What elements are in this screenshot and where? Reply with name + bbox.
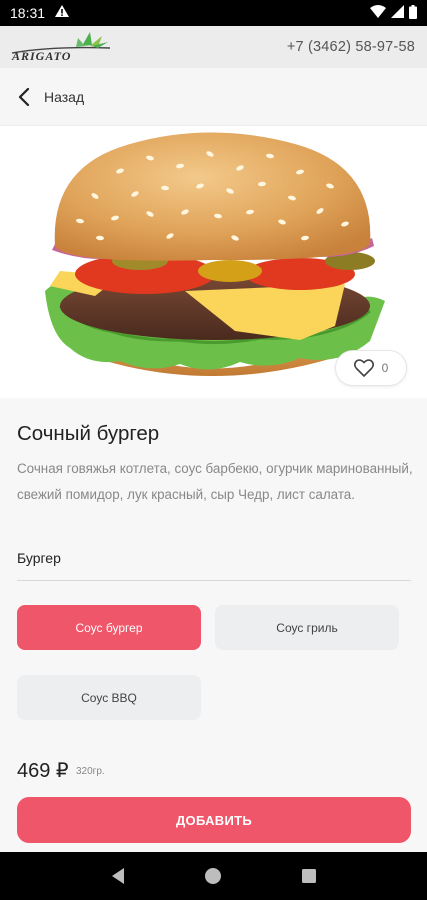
wifi-icon	[370, 5, 386, 21]
signal-icon	[391, 5, 404, 21]
back-label[interactable]: Назад	[44, 89, 84, 105]
option-sauce-bbq[interactable]: Соус BBQ	[17, 675, 201, 720]
product-description: Сочная говяжья котлета, соус барбекю, ог…	[17, 461, 413, 502]
heart-icon	[353, 359, 374, 377]
like-button[interactable]: 0	[335, 350, 407, 386]
phone-number[interactable]: +7 (3462) 58-97-58	[287, 39, 415, 55]
nav-home-icon[interactable]	[198, 861, 228, 891]
like-count: 0	[381, 361, 389, 375]
app-header: ARIGATO +7 (3462) 58-97-58	[0, 26, 427, 68]
product-weight: 320гр.	[76, 766, 105, 777]
nav-recents-icon[interactable]	[294, 861, 324, 891]
option-sauce-burger[interactable]: Соус бургер	[17, 605, 201, 650]
logo[interactable]: ARIGATO	[11, 28, 112, 66]
divider	[17, 580, 411, 581]
back-bar[interactable]: Назад	[0, 68, 427, 126]
system-nav-bar	[0, 852, 427, 900]
option-sauce-grill[interactable]: Соус гриль	[215, 605, 399, 650]
back-arrow-icon[interactable]	[14, 87, 34, 107]
add-to-cart-button[interactable]: ДОБАВИТЬ	[17, 797, 411, 843]
warning-icon	[55, 5, 70, 21]
product-title: Сочный бургер	[17, 422, 160, 445]
status-bar: 18:31	[0, 0, 427, 26]
product-details: Сочный бургер Сочная говяжья котлета, со…	[0, 398, 427, 852]
product-price: 469 ₽	[17, 760, 69, 782]
product-image: 0	[0, 126, 427, 398]
logo-text: ARIGATO	[12, 49, 72, 63]
status-time: 18:31	[10, 5, 46, 21]
nav-back-icon[interactable]	[103, 861, 133, 891]
battery-icon	[409, 4, 417, 22]
product-category: Бургер	[17, 550, 61, 566]
